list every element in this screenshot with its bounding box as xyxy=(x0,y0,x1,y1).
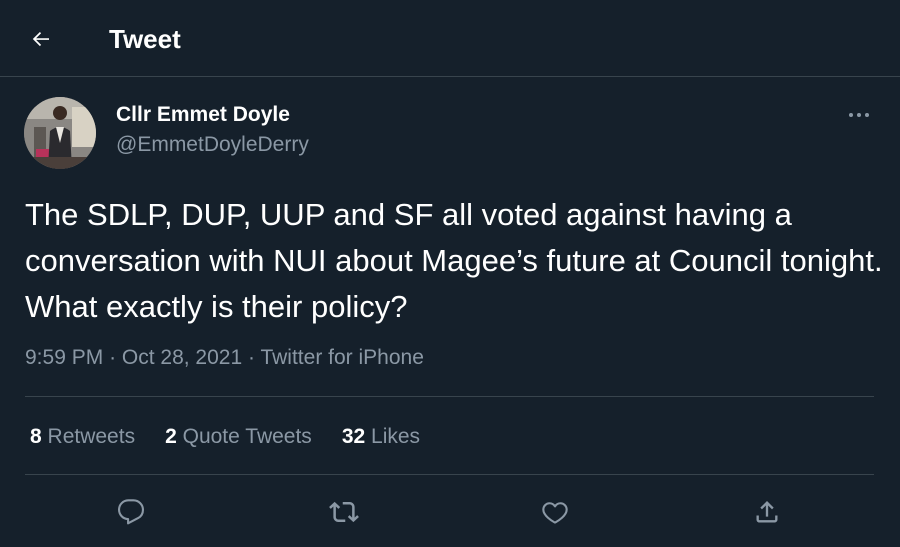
share-icon xyxy=(756,501,778,523)
likes-count: 32 xyxy=(341,425,366,448)
meta-separator: · xyxy=(248,346,255,369)
tweet-date[interactable]: Oct 28, 2021 xyxy=(122,346,242,369)
avatar[interactable] xyxy=(24,97,96,169)
retweets-stat[interactable]: 8 Retweets xyxy=(30,423,135,451)
quote-tweets-label: Quote Tweets xyxy=(182,425,312,448)
author-handle[interactable]: @EmmetDoyleDerry xyxy=(116,132,309,158)
quote-tweets-stat[interactable]: 2 Quote Tweets xyxy=(165,423,312,451)
reply-icon xyxy=(117,499,145,525)
engagement-stats: 8 Retweets 2 Quote Tweets 32 Likes xyxy=(30,423,450,451)
likes-stat[interactable]: 32 Likes xyxy=(342,423,420,451)
likes-label: Likes xyxy=(371,425,421,448)
share-button[interactable] xyxy=(747,492,787,532)
retweets-label: Retweets xyxy=(47,425,136,448)
more-options-button[interactable] xyxy=(840,100,878,130)
retweet-icon xyxy=(329,501,359,523)
top-bar: Tweet xyxy=(0,0,900,77)
more-horizontal-icon xyxy=(849,113,869,117)
back-button[interactable] xyxy=(22,20,60,58)
page-title: Tweet xyxy=(109,24,181,54)
reply-button[interactable] xyxy=(111,492,151,532)
quote-tweets-count: 2 xyxy=(165,425,177,448)
action-bar xyxy=(0,492,900,532)
author-display-name[interactable]: Cllr Emmet Doyle xyxy=(116,102,290,128)
tweet-metadata: 9:59 PM · Oct 28, 2021 · Twitter for iPh… xyxy=(25,344,424,372)
arrow-left-icon xyxy=(32,32,49,47)
retweet-button[interactable] xyxy=(324,492,364,532)
like-button[interactable] xyxy=(535,492,575,532)
tweet-source[interactable]: Twitter for iPhone xyxy=(260,346,423,369)
tweet-text: The SDLP, DUP, UUP and SF all voted agai… xyxy=(25,197,900,324)
profile-photo xyxy=(24,97,96,169)
divider xyxy=(25,474,874,475)
meta-separator: · xyxy=(109,346,117,369)
heart-icon xyxy=(542,502,568,524)
tweet-time[interactable]: 9:59 PM xyxy=(25,346,103,369)
divider xyxy=(25,396,874,397)
retweets-count: 8 xyxy=(30,425,42,448)
